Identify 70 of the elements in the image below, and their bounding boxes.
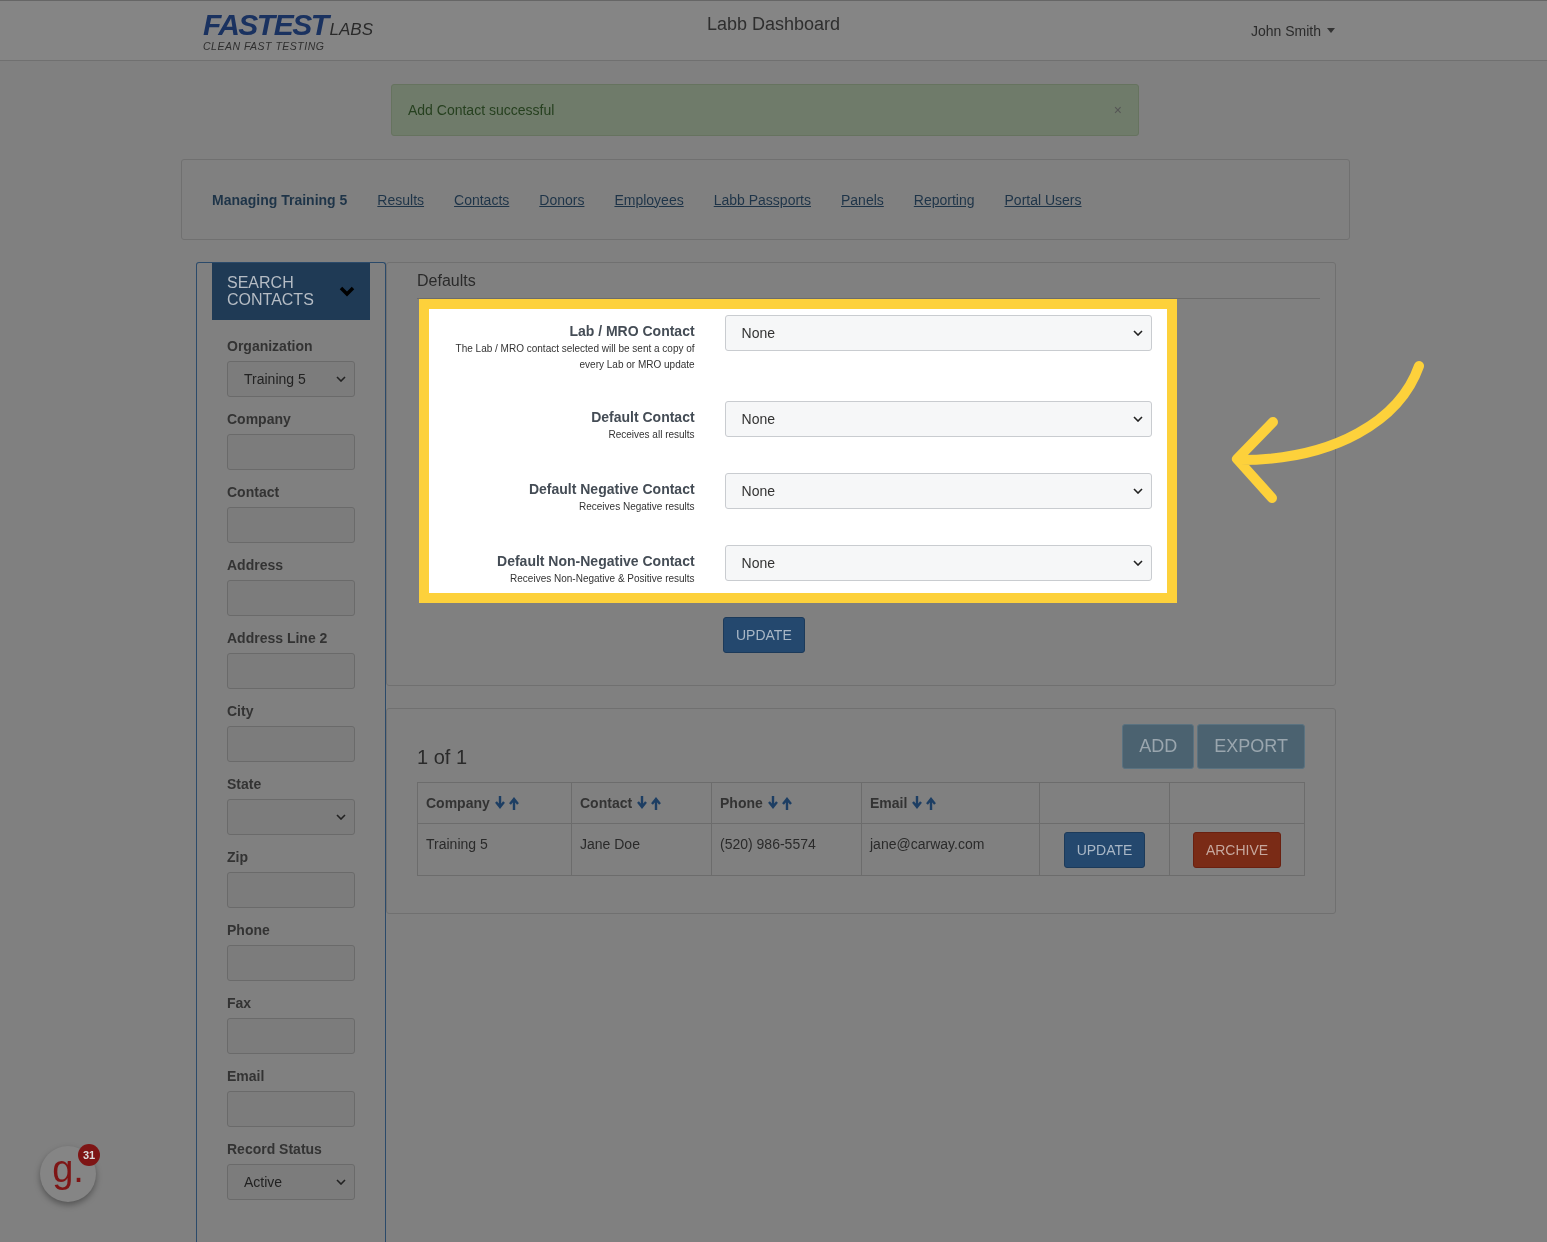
field-label: State — [227, 776, 263, 792]
field-hint: Receives all results — [608, 428, 695, 442]
nav-link[interactable]: Employees — [614, 191, 684, 208]
nav-brand: Managing Training 5 — [212, 191, 348, 208]
field-label: Fax — [227, 995, 253, 1011]
notification-badge: 31 — [78, 1144, 100, 1166]
field-label: Default Non-Negative Contact — [497, 553, 695, 569]
select-field[interactable]: None — [724, 401, 1152, 437]
table-cell: jane@carway.com — [861, 823, 1040, 876]
chevron-down-icon — [1133, 560, 1143, 566]
table-cell: Jane Doe — [571, 823, 712, 876]
field-label: Email — [227, 1068, 266, 1084]
sort-arrows-icon[interactable] — [912, 796, 939, 810]
field-hint: The Lab / MRO contact selected will be sent a copy of every Lab or MRO update — [454, 342, 695, 372]
nav-link[interactable]: Contacts — [454, 191, 510, 208]
nav-link[interactable]: Panels — [841, 191, 884, 208]
field-hint: Receives Negative results — [579, 500, 695, 514]
column-header[interactable]: Phone — [711, 782, 862, 824]
result-count: 1 of 1 — [417, 746, 468, 769]
field-label: Address Line 2 — [227, 630, 329, 646]
nav-link[interactable]: Labb Passports — [713, 191, 811, 208]
field-label: Lab / MRO Contact — [569, 323, 695, 339]
field-label: Company — [227, 411, 292, 427]
export-button[interactable]: EXPORT — [1197, 724, 1305, 769]
field-label: Default Contact — [591, 409, 695, 425]
chevron-down-icon — [339, 286, 355, 297]
nav-link[interactable]: Reporting — [913, 191, 975, 208]
select-field[interactable]: None — [724, 315, 1152, 351]
add-button[interactable]: ADD — [1122, 724, 1195, 769]
page-title: Labb Dashboard — [705, 14, 842, 35]
select-field[interactable]: Active — [227, 1164, 355, 1200]
caret-icon — [1327, 28, 1335, 33]
field-label: Phone — [227, 922, 271, 938]
update-button[interactable]: UPDATE — [723, 617, 805, 653]
sort-arrows-icon[interactable] — [494, 796, 521, 810]
sort-arrows-icon[interactable] — [767, 796, 794, 810]
update-button[interactable]: UPDATE — [1063, 832, 1146, 868]
chevron-down-icon — [336, 1179, 346, 1185]
chevron-down-icon — [336, 376, 346, 382]
field-label: Contact — [227, 484, 281, 500]
field-label: Address — [227, 557, 285, 573]
select-field[interactable] — [227, 799, 355, 835]
select-field[interactable]: None — [724, 473, 1152, 509]
archive-button[interactable]: ARCHIVE — [1192, 832, 1282, 868]
search-contacts-header[interactable]: SEARCH CONTACTS — [212, 263, 370, 320]
field-label: City — [227, 703, 255, 719]
select-field[interactable]: None — [724, 545, 1152, 581]
table-cell: Training 5 — [417, 823, 572, 876]
sort-arrows-icon[interactable] — [637, 796, 664, 810]
chevron-down-icon — [1133, 416, 1143, 422]
company-logo[interactable]: FASTESTLABS CLEAN FAST TESTING — [203, 9, 373, 52]
column-header[interactable]: Company — [417, 782, 572, 824]
user-menu[interactable]: John Smith — [1250, 22, 1335, 39]
table-cell: (520) 986-5574 — [711, 823, 862, 876]
nav-link[interactable]: Results — [377, 191, 425, 208]
field-label: Record Status — [227, 1141, 323, 1157]
field-label: Zip — [227, 849, 249, 865]
chevron-down-icon — [336, 814, 346, 820]
close-button[interactable]: × — [1113, 102, 1122, 118]
field-label: Organization — [227, 338, 314, 354]
field-label: Default Negative Contact — [528, 481, 695, 497]
select-field[interactable]: Training 5 — [227, 361, 355, 397]
column-header[interactable]: Email — [861, 782, 1040, 824]
chevron-down-icon — [1133, 330, 1143, 336]
alert-message: Add Contact successful — [408, 102, 555, 118]
chevron-down-icon — [1133, 488, 1143, 494]
nav-link[interactable]: Portal Users — [1004, 191, 1082, 208]
column-header[interactable]: Contact — [571, 782, 712, 824]
field-hint: Receives Non-Negative & Positive results — [510, 572, 695, 586]
nav-link[interactable]: Donors — [539, 191, 585, 208]
